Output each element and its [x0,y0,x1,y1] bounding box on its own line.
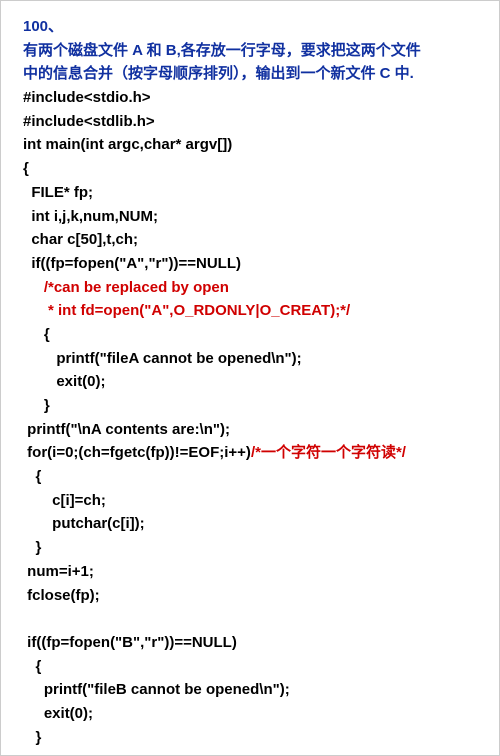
code-line: printf("\nA contents are:\n"); [23,418,479,442]
code-line: #include<stdio.h> [23,86,479,110]
code-text-black: #include<stdio.h> [23,89,151,106]
code-text-black: { [23,160,29,177]
code-text-red: * int fd=open("A",O_RDONLY|O_CREAT);*/ [23,302,350,319]
code-line: num=i+1; [23,560,479,584]
code-text-black: if((fp=fopen("B","r"))==NULL) [23,634,237,651]
code-line: { [23,323,479,347]
code-block: 100、有两个磁盘文件 A 和 B,各存放一行字母，要求把这两个文件中的信息合并… [23,15,479,749]
code-line: int i,j,k,num,NUM; [23,205,479,229]
code-text-black: #include<stdlib.h> [23,113,155,130]
code-line: { [23,655,479,679]
code-line: if((fp=fopen("A","r"))==NULL) [23,252,479,276]
code-text-black: } [23,397,50,414]
code-line: { [23,465,479,489]
code-text-black: for(i=0;(ch=fgetc(fp))!=EOF;i++) [23,444,251,461]
code-text-black: fclose(fp); [23,587,100,604]
code-text-black: int i,j,k,num,NUM; [23,208,158,225]
code-text-blue: 中的信息合并（按字母顺序排列），输出到一个新文件 C 中. [23,65,414,82]
code-text-black: if((fp=fopen("A","r"))==NULL) [23,255,241,272]
code-text-black: printf("fileA cannot be opened\n"); [23,350,302,367]
code-text-blue: 有两个磁盘文件 A 和 B,各存放一行字母，要求把这两个文件 [23,42,421,59]
code-line: printf("fileA cannot be opened\n"); [23,347,479,371]
code-text-black: exit(0); [23,373,106,390]
code-line [23,607,479,631]
code-line: FILE* fp; [23,181,479,205]
code-text-black: } [23,729,41,746]
code-text-red: /*一个字符一个字符读*/ [251,444,406,461]
code-line: } [23,726,479,750]
code-line: 中的信息合并（按字母顺序排列），输出到一个新文件 C 中. [23,62,479,86]
code-line: int main(int argc,char* argv[]) [23,133,479,157]
code-line: if((fp=fopen("B","r"))==NULL) [23,631,479,655]
code-line: 100、 [23,15,479,39]
code-text-black: num=i+1; [23,563,94,580]
code-line: c[i]=ch; [23,489,479,513]
code-line: putchar(c[i]); [23,512,479,536]
code-text-black: } [23,539,41,556]
code-line: } [23,536,479,560]
code-line: char c[50],t,ch; [23,228,479,252]
code-text-red: /*can be replaced by open [23,279,229,296]
code-line: exit(0); [23,702,479,726]
code-text-black: char c[50],t,ch; [23,231,138,248]
code-line: * int fd=open("A",O_RDONLY|O_CREAT);*/ [23,299,479,323]
code-line: printf("fileB cannot be opened\n"); [23,678,479,702]
code-text-black: printf("fileB cannot be opened\n"); [23,681,290,698]
code-line: fclose(fp); [23,584,479,608]
code-line: for(i=0;(ch=fgetc(fp))!=EOF;i++)/*一个字符一个… [23,441,479,465]
code-text-black: { [23,468,41,485]
code-text-black: putchar(c[i]); [23,515,145,532]
code-text-black: printf("\nA contents are:\n"); [23,421,230,438]
code-text-blue: 100、 [23,18,63,35]
code-text-black: { [23,326,50,343]
code-line: 有两个磁盘文件 A 和 B,各存放一行字母，要求把这两个文件 [23,39,479,63]
code-text-black: int main(int argc,char* argv[]) [23,136,232,153]
code-text-black: FILE* fp; [23,184,93,201]
code-line: /*can be replaced by open [23,276,479,300]
code-line: #include<stdlib.h> [23,110,479,134]
code-text-black: { [23,658,41,675]
code-line: { [23,157,479,181]
code-text-black: c[i]=ch; [23,492,106,509]
code-line: } [23,394,479,418]
code-text-black: exit(0); [23,705,93,722]
code-line: exit(0); [23,370,479,394]
